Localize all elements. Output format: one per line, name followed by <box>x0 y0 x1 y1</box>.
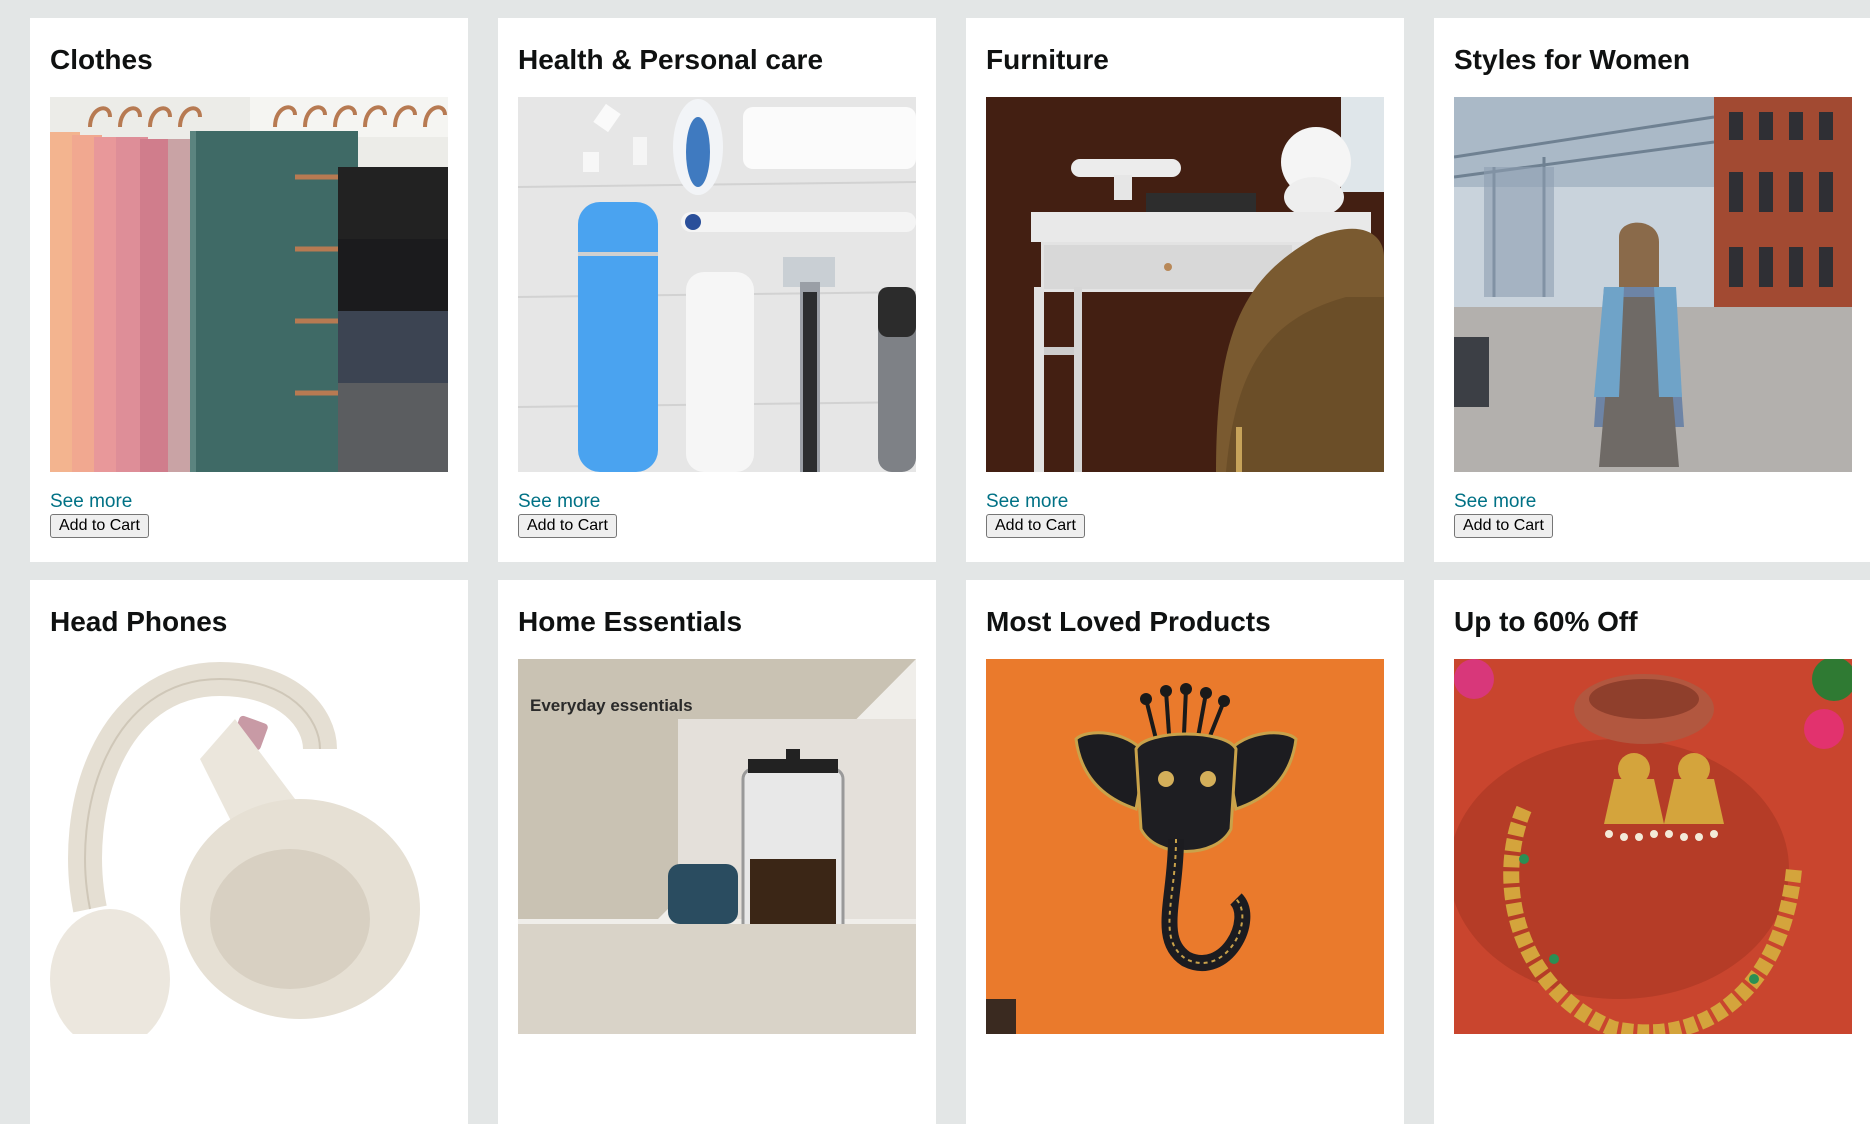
add-to-cart-button[interactable]: Add to Cart <box>518 514 617 538</box>
desk-chair-image[interactable] <box>986 97 1384 472</box>
card-title: Head Phones <box>50 606 228 637</box>
see-more-link[interactable]: See more <box>986 492 1068 512</box>
see-more-link[interactable]: See more <box>518 492 600 512</box>
category-card-up-to-60-off: Up to 60% Off <box>1434 580 1870 1124</box>
card-title: Styles for Women <box>1454 44 1690 75</box>
street-fashion-woman-image[interactable] <box>1454 97 1852 472</box>
image-caption: Everyday essentials <box>530 696 693 715</box>
category-card-head-phones: Head Phones <box>30 580 468 1124</box>
headphones-image[interactable] <box>50 659 448 1034</box>
toiletries-image[interactable] <box>518 97 916 472</box>
category-card-styles-for-women: Styles for Women See more Add to Cart <box>1434 18 1870 562</box>
category-card-home-essentials: Home Essentials Everyday essentials <box>498 580 936 1124</box>
card-title: Health & Personal care <box>518 44 824 75</box>
clothes-hangers-image[interactable] <box>50 97 448 472</box>
see-more-link[interactable]: See more <box>50 492 132 512</box>
category-card-health-personal-care: Health & Personal care See more Add to C… <box>498 18 936 562</box>
card-title: Up to 60% Off <box>1454 606 1638 637</box>
add-to-cart-button[interactable]: Add to Cart <box>1454 514 1553 538</box>
category-card-clothes: Clothes See more Add to Cart <box>30 18 468 562</box>
category-card-furniture: Furniture See more Add to Cart <box>966 18 1404 562</box>
elephant-wall-art-image[interactable] <box>986 659 1384 1034</box>
add-to-cart-button[interactable]: Add to Cart <box>50 514 149 538</box>
product-category-grid: Clothes See more Add to Cart Health & Pe… <box>30 18 1870 1124</box>
card-title: Clothes <box>50 44 153 75</box>
card-title: Furniture <box>986 44 1109 75</box>
kitchen-essentials-image[interactable]: Everyday essentials <box>518 659 916 1034</box>
card-title: Home Essentials <box>518 606 743 637</box>
gold-jewelry-image[interactable] <box>1454 659 1852 1034</box>
add-to-cart-button[interactable]: Add to Cart <box>986 514 1085 538</box>
category-card-most-loved-products: Most Loved Products <box>966 580 1404 1124</box>
card-title: Most Loved Products <box>986 606 1271 637</box>
see-more-link[interactable]: See more <box>1454 492 1536 512</box>
